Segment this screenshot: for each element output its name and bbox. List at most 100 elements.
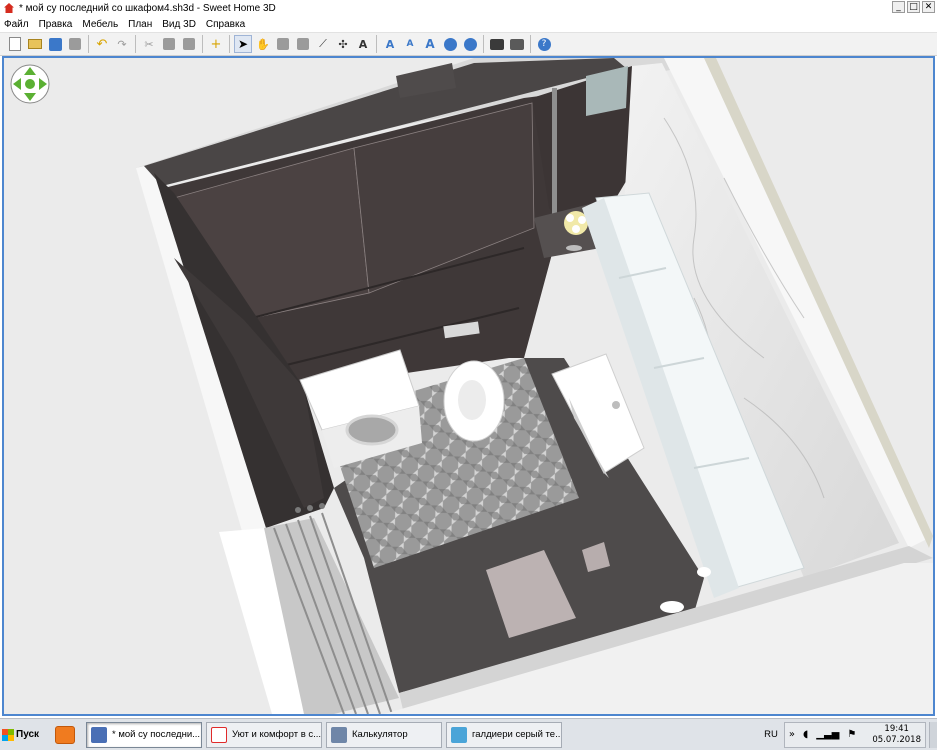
walls-icon: [277, 38, 289, 50]
3d-view[interactable]: [2, 56, 935, 716]
show-desktop-button[interactable]: [929, 721, 937, 748]
help-button[interactable]: ?: [535, 35, 553, 53]
create-rooms-button[interactable]: [294, 35, 312, 53]
rooms-icon: [297, 38, 309, 50]
menu-edit[interactable]: Правка: [38, 19, 74, 30]
pointer-icon: ➤: [237, 37, 249, 51]
create-video-button[interactable]: [508, 35, 526, 53]
text-icon: A: [358, 37, 368, 51]
help-icon: ?: [537, 37, 551, 51]
video-icon: [510, 38, 524, 50]
preferences-button[interactable]: [66, 35, 84, 53]
add-text-button[interactable]: A: [354, 35, 372, 53]
bold-text-button[interactable]: A: [421, 35, 439, 53]
yandex-browser-icon: [211, 726, 227, 743]
add-furniture-icon: +: [210, 36, 222, 52]
menu-3d-view[interactable]: Вид 3D: [161, 19, 197, 30]
save-icon: [48, 37, 62, 51]
paper-holder: [697, 567, 711, 577]
action-center-flag-icon[interactable]: ⚑: [847, 729, 856, 740]
redo-icon: ↷: [117, 37, 127, 51]
open-button[interactable]: [26, 35, 44, 53]
paste-button[interactable]: [180, 35, 198, 53]
tools-icon: [69, 38, 81, 50]
calculator-icon: [331, 726, 347, 743]
language-indicator[interactable]: RU: [764, 729, 778, 740]
undo-button[interactable]: ↶: [93, 35, 111, 53]
start-label: Пуск: [16, 729, 40, 740]
toolbar-separator: [530, 35, 531, 53]
sweet-home-3d-icon: [3, 2, 15, 14]
clock-date: 05.07.2018: [872, 734, 921, 745]
add-furniture-button[interactable]: +: [207, 35, 225, 53]
menu-plan[interactable]: План: [127, 19, 153, 30]
window-title: * мой су последний со шкафом4.sh3d - Swe…: [19, 2, 276, 14]
create-photo-button[interactable]: [488, 35, 506, 53]
image-viewer-icon: [451, 726, 467, 743]
redo-button[interactable]: ↷: [113, 35, 131, 53]
system-tray: RU » ◖ ▁▃▅ ⚑ 19:41 05.07.2018: [764, 719, 937, 750]
zoom-in-icon: [443, 37, 457, 51]
zoom-in-button[interactable]: [441, 35, 459, 53]
document-icon: [9, 37, 21, 51]
flower: [578, 216, 586, 224]
decrease-text-button[interactable]: A: [401, 35, 419, 53]
pan-mode-button[interactable]: ✋: [254, 35, 272, 53]
minimize-button[interactable]: _: [892, 1, 905, 13]
show-hidden-icons-icon[interactable]: »: [789, 729, 795, 740]
taskbar: Пуск * мой су последни... Уют и комфорт …: [0, 718, 937, 750]
maximize-button[interactable]: □: [907, 1, 920, 13]
task-sweet-home[interactable]: * мой су последни...: [86, 721, 202, 748]
task-browser[interactable]: Уют и комфорт в с...: [206, 721, 322, 748]
flower: [572, 225, 580, 233]
clock-time: 19:41: [884, 723, 909, 734]
quick-launch-media[interactable]: [48, 722, 82, 748]
3d-scene[interactable]: [4, 58, 933, 714]
toolbar-separator: [202, 35, 203, 53]
new-home-button[interactable]: [6, 35, 24, 53]
create-polylines-button[interactable]: ⟋: [314, 35, 332, 53]
bidet-shower: [660, 601, 684, 613]
copy-button[interactable]: [160, 35, 178, 53]
toolbar-separator: [483, 35, 484, 53]
toolbar-separator: [376, 35, 377, 53]
start-button[interactable]: Пуск: [2, 722, 42, 748]
text-larger-icon: A: [385, 37, 395, 51]
save-button[interactable]: [46, 35, 64, 53]
task-image-viewer[interactable]: галдиери серый те...: [446, 721, 562, 748]
toolbar-separator: [229, 35, 230, 53]
faucet: [612, 401, 620, 409]
create-dimensions-button[interactable]: ✣: [334, 35, 352, 53]
create-walls-button[interactable]: [274, 35, 292, 53]
task-label: * мой су последни...: [112, 729, 201, 740]
paste-icon: [183, 38, 195, 50]
sweet-home-3d-icon: [91, 726, 107, 743]
increase-text-button[interactable]: A: [381, 35, 399, 53]
task-label: Уют и комфорт в с...: [232, 729, 322, 740]
network-icon[interactable]: ▁▃▅: [816, 729, 839, 740]
camera-icon: [490, 38, 504, 50]
flower: [566, 214, 574, 222]
clock[interactable]: 19:41 05.07.2018: [872, 724, 921, 746]
menu-furniture[interactable]: Мебель: [81, 19, 119, 30]
toolbar-separator: [88, 35, 89, 53]
media-player-icon: [55, 725, 75, 744]
windows-logo-icon: [2, 728, 14, 741]
task-label: галдиери серый те...: [472, 729, 562, 740]
menu-help[interactable]: Справка: [205, 19, 246, 30]
window-controls: _ □ ✕: [892, 1, 935, 13]
close-button[interactable]: ✕: [922, 1, 935, 13]
cut-button[interactable]: ✂: [140, 35, 158, 53]
cut-icon: ✂: [144, 37, 154, 51]
menu-file[interactable]: Файл: [3, 19, 30, 30]
volume-icon[interactable]: ◖: [803, 729, 808, 740]
dimension-icon: ✣: [338, 37, 348, 51]
zoom-out-icon: [463, 37, 477, 51]
shelf-item: [566, 245, 582, 251]
text-smaller-icon: A: [406, 39, 414, 49]
navigation-arrows-icon[interactable]: [10, 64, 50, 104]
zoom-out-button[interactable]: [461, 35, 479, 53]
toolbar: ↶ ↷ ✂ + ➤ ✋ ⟋ ✣ A A A A ?: [0, 32, 937, 56]
select-mode-button[interactable]: ➤: [234, 35, 252, 53]
task-calculator[interactable]: Калькулятор: [326, 721, 442, 748]
